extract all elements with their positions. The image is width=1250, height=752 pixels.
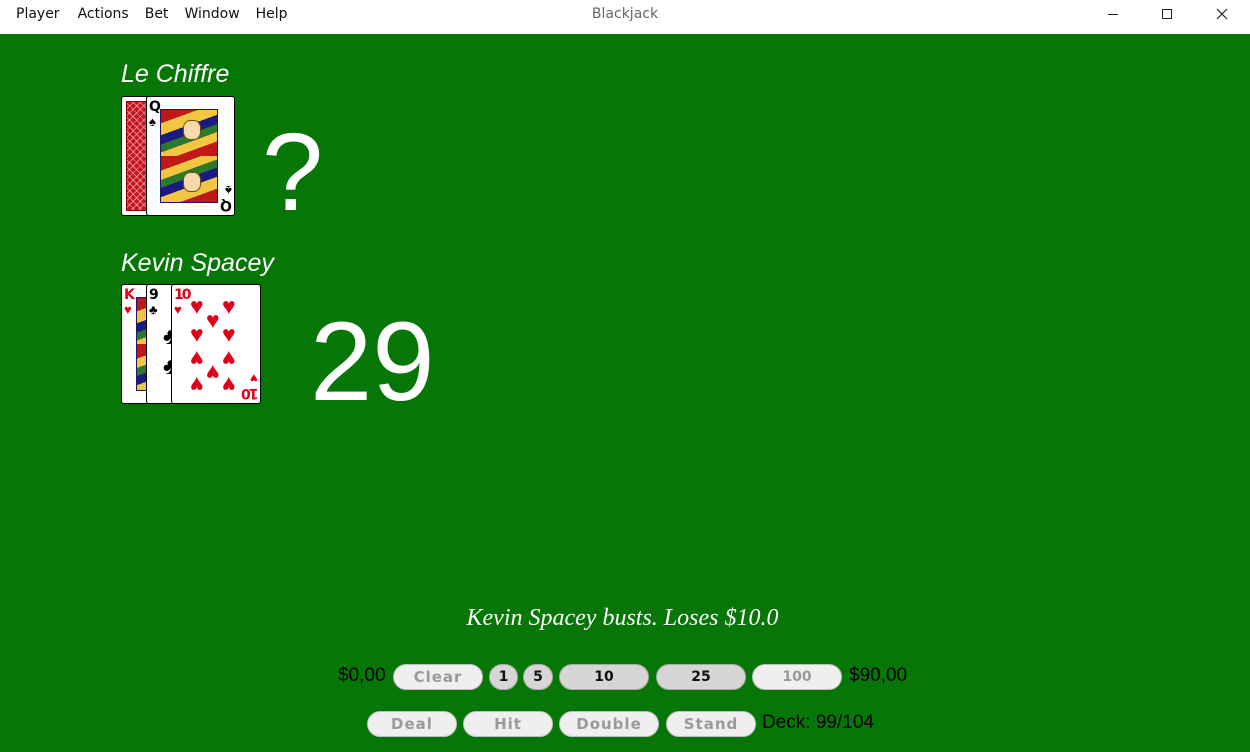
menu-bet[interactable]: Bet	[137, 0, 177, 28]
deck-label: Deck:	[762, 712, 811, 733]
deal-button[interactable]: Deal	[367, 711, 457, 737]
menu-player[interactable]: Player	[0, 0, 70, 28]
spade-icon: ♠	[149, 114, 156, 129]
bankroll: $90,00	[849, 665, 908, 686]
heart-icon: ♥	[174, 302, 182, 317]
card-rank: 9	[149, 287, 159, 303]
heart-icon: ♥	[222, 321, 236, 347]
card-rank: 10	[242, 385, 258, 401]
heart-icon: ♥	[190, 293, 204, 319]
heart-icon: ♥	[190, 372, 204, 398]
minimize-icon	[1108, 14, 1118, 15]
club-icon: ♣	[149, 302, 158, 317]
player-name: Kevin Spacey	[121, 249, 274, 277]
stand-button[interactable]: Stand	[666, 711, 756, 737]
hit-button[interactable]: Hit	[463, 711, 553, 737]
card-rank: Q	[220, 197, 232, 213]
heart-icon: ♥	[222, 293, 236, 319]
chip-10-button[interactable]: 10	[559, 664, 649, 690]
deck-value: 99/104	[815, 712, 874, 733]
card-queen-of-spades: Q ♠ ♠ Q	[146, 96, 235, 216]
minimize-button[interactable]	[1090, 0, 1136, 28]
close-icon	[1216, 8, 1228, 20]
card-rank: 10	[174, 287, 192, 303]
chip-100-button[interactable]: 100	[752, 664, 842, 690]
heart-icon: ♥	[190, 346, 204, 372]
heart-icon: ♥	[250, 371, 258, 386]
heart-icon: ♥	[206, 307, 220, 333]
chip-25-button[interactable]: 25	[656, 664, 746, 690]
maximize-icon	[1162, 9, 1172, 19]
clear-bet-button[interactable]: Clear	[393, 664, 483, 690]
heart-icon: ♥	[206, 360, 220, 386]
spade-icon: ♠	[225, 183, 232, 198]
status-message: Kevin Spacey busts. Loses $10.0	[466, 605, 779, 631]
menu-bar: Player Actions Bet Window Help	[0, 0, 296, 28]
title-bar: Player Actions Bet Window Help Blackjack	[0, 0, 1250, 34]
heart-icon: ♥	[124, 302, 132, 317]
dealer-score: ?	[262, 111, 324, 234]
heart-icon: ♥	[190, 321, 204, 347]
maximize-button[interactable]	[1144, 0, 1190, 28]
card-ten-of-hearts: 10 ♥ ♥ ♥ ♥ ♥ ♥ ♥ ♥ ♥ ♥ ♥ ♥ 10	[171, 284, 261, 404]
heart-icon: ♥	[222, 346, 236, 372]
queen-figure-icon	[160, 109, 218, 203]
double-button[interactable]: Double	[559, 711, 659, 737]
menu-help[interactable]: Help	[248, 0, 296, 28]
heart-icon: ♥	[222, 372, 236, 398]
card-rank: K	[124, 287, 135, 303]
deck-counter: Deck: 99/104	[762, 710, 874, 736]
close-button[interactable]	[1199, 0, 1245, 28]
player-score: 29	[310, 299, 435, 424]
current-bet: $0,00	[338, 665, 386, 686]
chip-1-button[interactable]: 1	[489, 664, 518, 690]
chip-5-button[interactable]: 5	[523, 664, 553, 690]
menu-actions[interactable]: Actions	[70, 0, 137, 28]
dealer-name: Le Chiffre	[121, 60, 230, 88]
menu-window[interactable]: Window	[176, 0, 247, 28]
